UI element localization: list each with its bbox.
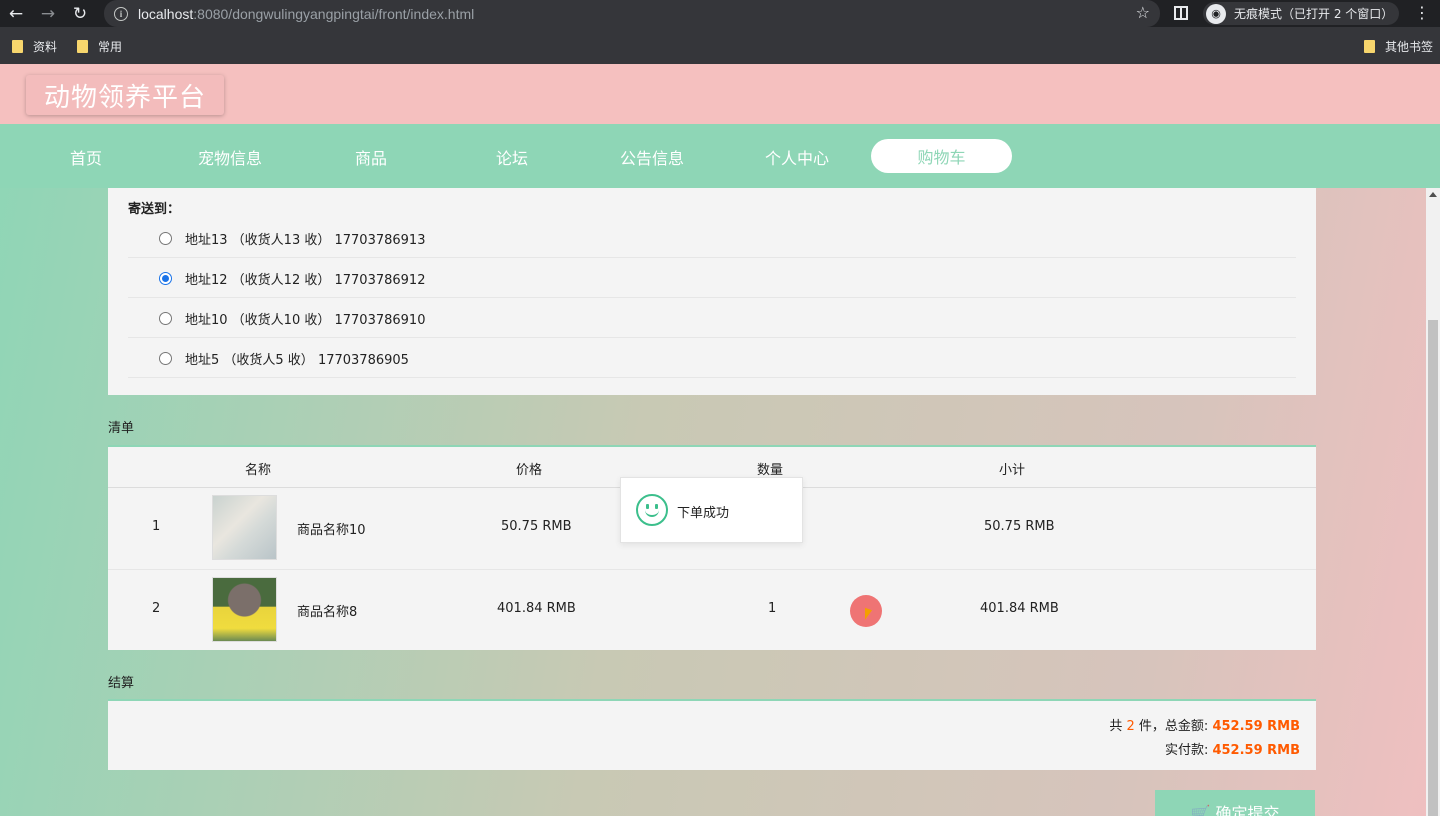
- main-nav: 首页 宠物信息 商品 论坛 公告信息 个人中心 购物车: [0, 124, 1440, 188]
- row-index: 1: [152, 519, 161, 534]
- url-path: :8080/dongwulingyangpingtai/front/index.…: [193, 5, 475, 22]
- settlement-panel: 共 2 件，总金额: 452.59 RMB 实付款: 452.59 RMB: [108, 699, 1316, 770]
- address-option[interactable]: 地址5 （收货人5 收） 17703786905: [128, 338, 1296, 378]
- paid-label: 实付款:: [1164, 743, 1213, 758]
- bookmark-folder[interactable]: 资料: [12, 38, 57, 55]
- address-radio[interactable]: [159, 352, 172, 365]
- header-price: 价格: [516, 463, 543, 478]
- mouse-cursor-icon: [865, 607, 872, 623]
- address-option[interactable]: 地址12 （收货人12 收） 17703786912: [128, 258, 1296, 298]
- item-count: 2: [1126, 719, 1135, 734]
- forward-icon[interactable]: →: [32, 0, 64, 27]
- paid-summary: 实付款: 452.59 RMB: [1165, 739, 1300, 758]
- site-header: 动物领养平台: [0, 64, 1440, 124]
- count-prefix: 共: [1109, 719, 1127, 734]
- success-toast: 下单成功: [620, 477, 803, 543]
- nav-forum[interactable]: 论坛: [496, 145, 528, 169]
- nav-home[interactable]: 首页: [70, 145, 102, 169]
- product-quantity: 1: [768, 601, 777, 616]
- product-subtotal: 401.84 RMB: [980, 601, 1059, 616]
- table-row: 2 商品名称8 401.84 RMB 1 401.84 RMB: [108, 569, 1316, 650]
- bookmark-star-icon[interactable]: ☆: [1136, 3, 1150, 22]
- bookmark-label: 资料: [33, 40, 58, 54]
- order-list: 名称 价格 数量 小计 1 商品名称10 50.75 RMB 50.75 RMB…: [108, 445, 1316, 650]
- product-name[interactable]: 商品名称8: [297, 601, 357, 620]
- list-section-label: 清单: [108, 421, 135, 436]
- incognito-label: 无痕模式（已打开 2 个窗口）: [1234, 7, 1394, 21]
- product-image[interactable]: [212, 495, 277, 560]
- nav-cart[interactable]: 购物车: [871, 139, 1012, 173]
- paid-amount: 452.59 RMB: [1212, 743, 1300, 758]
- smile-icon: [636, 494, 668, 526]
- address-option[interactable]: 地址10 （收货人10 收） 17703786910: [128, 298, 1296, 338]
- address-text: 地址5 （收货人5 收） 17703786905: [185, 353, 409, 368]
- address-bar[interactable]: i localhost:8080/dongwulingyangpingtai/f…: [104, 0, 1160, 27]
- reload-icon[interactable]: ↻: [64, 0, 96, 27]
- folder-icon: [1364, 40, 1375, 53]
- scroll-up-icon[interactable]: [1429, 192, 1437, 197]
- folder-icon: [12, 40, 23, 53]
- bookmark-folder[interactable]: 常用: [77, 38, 122, 55]
- product-price: 50.75 RMB: [501, 519, 572, 534]
- product-name[interactable]: 商品名称10: [297, 519, 366, 538]
- header-name: 名称: [245, 463, 272, 478]
- address-radio[interactable]: [159, 232, 172, 245]
- bookmark-label: 其他书签: [1385, 40, 1434, 54]
- product-subtotal: 50.75 RMB: [984, 519, 1055, 534]
- total-amount: 452.59 RMB: [1212, 719, 1300, 734]
- incognito-indicator[interactable]: ◉ 无痕模式（已打开 2 个窗口）: [1203, 2, 1399, 25]
- browser-toolbar: ← → ↻ i localhost:8080/dongwulingyangpin…: [0, 0, 1440, 27]
- page-scrollbar[interactable]: [1426, 188, 1440, 816]
- submit-order-button[interactable]: 🛒 确定提交: [1155, 790, 1315, 816]
- page: 动物领养平台 首页 宠物信息 商品 论坛 公告信息 个人中心 购物车 寄送到： …: [0, 64, 1440, 816]
- incognito-icon: ◉: [1206, 3, 1226, 24]
- bookmarks-bar: 资料 常用 其他书签: [0, 27, 1440, 64]
- side-panel-icon[interactable]: [1174, 6, 1188, 20]
- folder-icon: [77, 40, 88, 53]
- url-host: localhost: [138, 5, 194, 22]
- settle-section-label: 结算: [108, 676, 135, 691]
- nav-products[interactable]: 商品: [355, 145, 387, 169]
- address-text: 地址12 （收货人12 收） 17703786912: [185, 273, 426, 288]
- toast-message: 下单成功: [677, 506, 730, 521]
- address-option[interactable]: 地址13 （收货人13 收） 17703786913: [128, 218, 1296, 258]
- back-icon[interactable]: ←: [0, 0, 32, 27]
- product-price: 401.84 RMB: [497, 601, 576, 616]
- bookmark-label: 常用: [98, 40, 123, 54]
- address-radio[interactable]: [159, 312, 172, 325]
- nav-notices[interactable]: 公告信息: [620, 145, 684, 169]
- address-radio-selected[interactable]: [159, 272, 172, 285]
- total-summary: 共 2 件，总金额: 452.59 RMB: [1109, 715, 1300, 734]
- total-label: 件，总金额:: [1134, 719, 1213, 734]
- nav-pets[interactable]: 宠物信息: [198, 145, 262, 169]
- site-logo[interactable]: 动物领养平台: [26, 75, 224, 115]
- browser-menu-icon[interactable]: ⋮: [1414, 3, 1430, 22]
- row-index: 2: [152, 601, 161, 616]
- site-info-icon[interactable]: i: [114, 6, 128, 21]
- scroll-thumb[interactable]: [1428, 320, 1438, 816]
- product-image[interactable]: [212, 577, 277, 642]
- header-subtotal: 小计: [999, 463, 1026, 478]
- address-text: 地址10 （收货人10 收） 17703786910: [185, 313, 426, 328]
- address-title: 寄送到：: [128, 202, 181, 217]
- other-bookmarks[interactable]: 其他书签: [1364, 38, 1433, 55]
- address-panel: 寄送到： 地址13 （收货人13 收） 17703786913 地址12 （收货…: [108, 188, 1316, 395]
- address-text: 地址13 （收货人13 收） 17703786913: [185, 233, 426, 248]
- header-quantity: 数量: [757, 463, 784, 478]
- nav-profile[interactable]: 个人中心: [765, 145, 829, 169]
